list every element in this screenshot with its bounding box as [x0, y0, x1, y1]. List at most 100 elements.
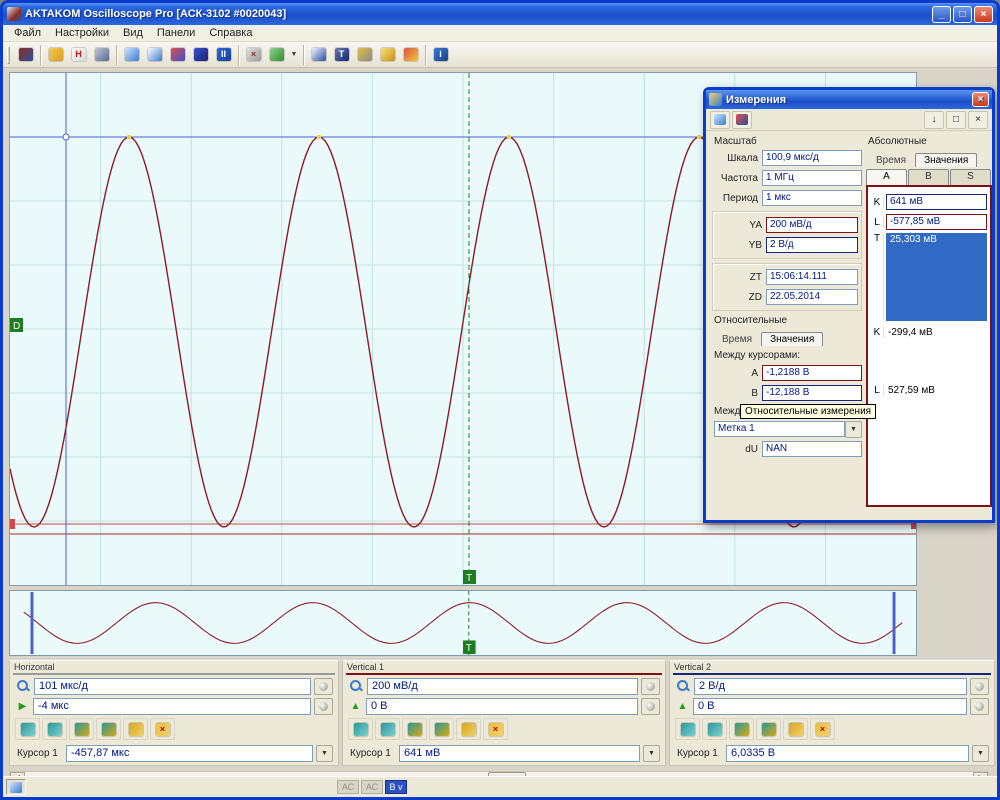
horizontal-cursor-grid-button[interactable]	[123, 718, 148, 740]
markers-button[interactable]	[265, 44, 288, 66]
dialog-titlebar[interactable]: Измерения ×	[706, 90, 992, 109]
vertical1-cursor-track-button[interactable]	[429, 718, 454, 740]
hardcopy-button[interactable]: H	[67, 44, 90, 66]
menu-view[interactable]: Вид	[116, 26, 150, 40]
preview-button[interactable]	[143, 44, 166, 66]
frequency-field[interactable]: 1 МГц	[762, 170, 862, 186]
show-plot-button[interactable]	[710, 111, 730, 129]
menu-help[interactable]: Справка	[202, 26, 259, 40]
flash-button[interactable]	[376, 44, 399, 66]
vertical2-scale-knob[interactable]	[970, 678, 989, 695]
channel-tab-s[interactable]: S	[950, 169, 991, 185]
maximize-button[interactable]: □	[953, 6, 972, 23]
vertical2-offset-knob[interactable]	[970, 698, 989, 715]
horizontal-cursor1-dropdown[interactable]: ▼	[316, 745, 333, 762]
vertical1-cursor-right-button[interactable]	[375, 718, 400, 740]
menu-file[interactable]: Файл	[7, 26, 48, 40]
zd-field[interactable]: 22.05.2014	[766, 289, 858, 305]
vertical2-cursor-grid-button[interactable]	[783, 718, 808, 740]
close-panel-button[interactable]: ×	[968, 111, 988, 129]
horizontal-cursor-right-button[interactable]	[42, 718, 67, 740]
minimize-button[interactable]: _	[932, 6, 951, 23]
vertical1-offset-field[interactable]: 0 В	[366, 698, 638, 715]
vertical2-scale-field[interactable]: 2 В/д	[694, 678, 967, 695]
zt-field[interactable]: 15:06:14.111	[766, 269, 858, 285]
vertical1-cursor1-dropdown[interactable]: ▼	[643, 745, 660, 762]
info-button[interactable]: i	[429, 44, 452, 66]
horizontal-cursor-track-button[interactable]	[96, 718, 121, 740]
pause-button[interactable]: II	[212, 44, 235, 66]
probe-button[interactable]: T	[330, 44, 353, 66]
scale-field[interactable]: 100,9 мкс/д	[762, 150, 862, 166]
relative-tab-time[interactable]: Время	[714, 333, 760, 346]
yb-field[interactable]: 2 В/д	[766, 237, 858, 253]
channel-select-value[interactable]: Метка 1	[714, 421, 845, 437]
horizontal-offset-knob[interactable]	[314, 698, 333, 715]
channel-tab-a[interactable]: A	[866, 169, 907, 185]
channel-select[interactable]: Метка 1 ▼	[714, 420, 862, 438]
vertical2-cursor-left-button[interactable]	[675, 718, 700, 740]
tuner-button[interactable]	[353, 44, 376, 66]
meter-button[interactable]	[307, 44, 330, 66]
close-button[interactable]: ×	[974, 6, 993, 23]
show-table-button[interactable]	[732, 111, 752, 129]
k2-value[interactable]: -299,4 мВ	[884, 326, 987, 339]
vertical1-cursor-link-button[interactable]	[402, 718, 427, 740]
spectrum-button[interactable]	[166, 44, 189, 66]
zoom-button[interactable]	[120, 44, 143, 66]
menu-settings[interactable]: Настройки	[48, 26, 116, 40]
open-folder-button[interactable]	[44, 44, 67, 66]
horizontal-cursor-left-button[interactable]	[15, 718, 40, 740]
print-button[interactable]	[90, 44, 113, 66]
horizontal-cursor-clear-button[interactable]: ×	[150, 718, 175, 740]
vertical1-cursor-grid-button[interactable]	[456, 718, 481, 740]
film-button[interactable]	[399, 44, 422, 66]
t-value-selected[interactable]: 25,303 мВ	[886, 233, 987, 321]
horizontal-scale-field[interactable]: 101 мкс/д	[34, 678, 311, 695]
markers-dropdown-button[interactable]: ▼	[288, 44, 300, 66]
vertical1-scale-knob[interactable]	[641, 678, 660, 695]
vertical2-cursor1-field[interactable]: 6,0335 В	[726, 745, 969, 762]
horizontal-offset-field[interactable]: -4 мкс	[33, 698, 311, 715]
cursor-a-field[interactable]: -1,2188 В	[762, 365, 862, 381]
k-cursor-field[interactable]: 641 мВ	[886, 194, 987, 210]
exit-button[interactable]	[14, 44, 37, 66]
horizontal-cursor1-field[interactable]: -457,87 мкс	[66, 745, 313, 762]
horizontal-cursor-link-button[interactable]	[69, 718, 94, 740]
menu-panels[interactable]: Панели	[150, 26, 202, 40]
scale-row-label: Шкала	[712, 153, 762, 164]
period-field[interactable]: 1 мкс	[762, 190, 862, 206]
du-field[interactable]: NAN	[762, 441, 862, 457]
vertical2-cursor-clear-button[interactable]: ×	[810, 718, 835, 740]
cursor-left	[681, 723, 695, 736]
ya-field[interactable]: 200 мВ/д	[766, 217, 858, 233]
cursor-b-field[interactable]: -12,188 В	[762, 385, 862, 401]
vertical2-cursor-track-button[interactable]	[756, 718, 781, 740]
vertical2-cursor-link-button[interactable]	[729, 718, 754, 740]
vertical2-cursor-right-button[interactable]	[702, 718, 727, 740]
toolbar-grip[interactable]	[7, 46, 10, 64]
cursors-button[interactable]: ×	[242, 44, 265, 66]
overview-strip[interactable]: T	[9, 590, 917, 656]
titlebar[interactable]: AKTAKOM Oscilloscope Pro [АСК-3102 #0020…	[3, 3, 997, 25]
vertical2-offset-field[interactable]: 0 В	[693, 698, 967, 715]
vertical1-scale-field[interactable]: 200 мВ/д	[367, 678, 638, 695]
vertical1-offset-knob[interactable]	[641, 698, 660, 715]
vertical1-cursor-left-button[interactable]	[348, 718, 373, 740]
absolute-tab-values[interactable]: Значения	[915, 153, 977, 167]
relative-tab-values[interactable]: Значения	[761, 332, 823, 346]
overview-waveform[interactable]: T	[10, 591, 916, 655]
l-cursor-field[interactable]: -577,85 мВ	[886, 214, 987, 230]
vertical2-cursor1-dropdown[interactable]: ▼	[972, 745, 989, 762]
channel-tab-b[interactable]: B	[908, 169, 949, 185]
vertical1-cursor1-field[interactable]: 641 мВ	[399, 745, 640, 762]
display-button[interactable]	[189, 44, 212, 66]
absolute-tab-time[interactable]: Время	[868, 154, 914, 167]
dialog-close-button[interactable]: ×	[972, 92, 989, 107]
channel-select-dropdown[interactable]: ▼	[845, 421, 862, 438]
l2-value[interactable]: 527,59 мВ	[884, 384, 987, 397]
dock-panel-button[interactable]: ↓	[924, 111, 944, 129]
restore-panel-button[interactable]: □	[946, 111, 966, 129]
horizontal-scale-knob[interactable]	[314, 678, 333, 695]
vertical1-cursor-clear-button[interactable]: ×	[483, 718, 508, 740]
